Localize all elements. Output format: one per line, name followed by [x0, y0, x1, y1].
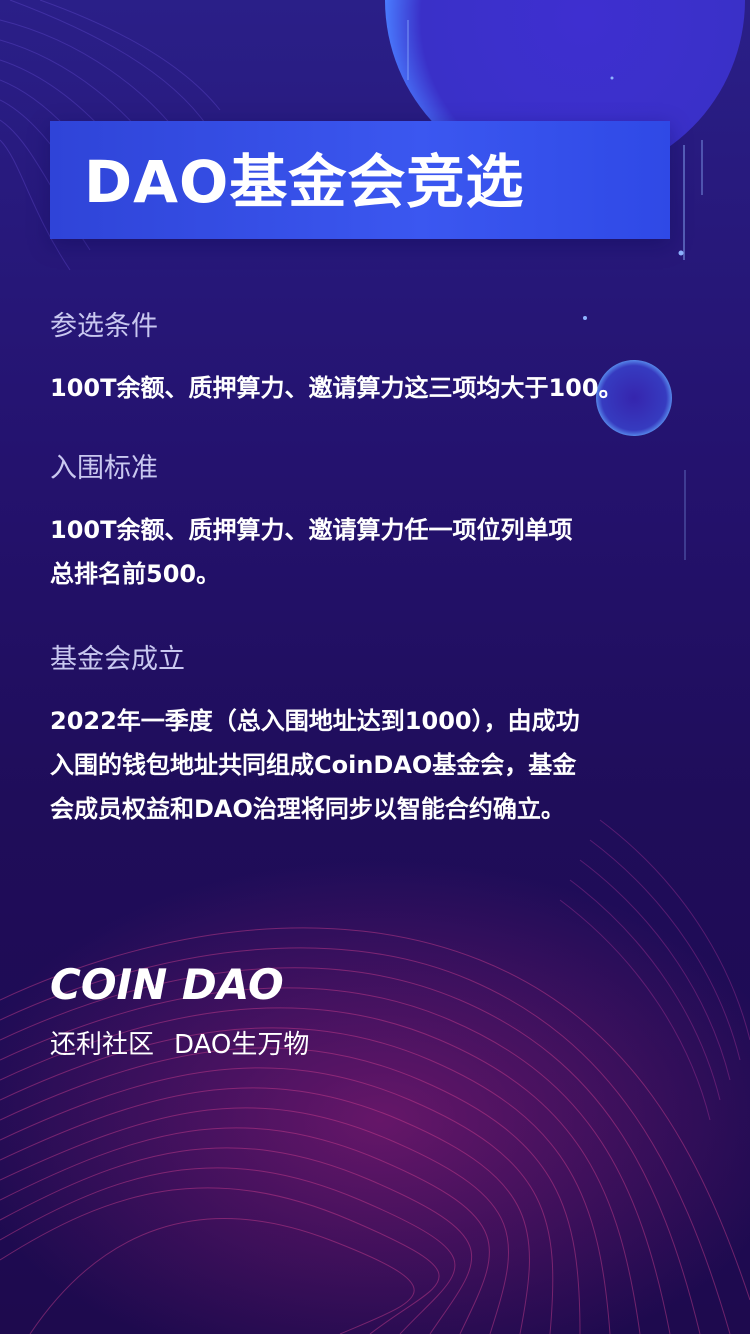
- section-label-shortlist: 入围标准: [50, 453, 158, 484]
- tagline-part-1: 还利社区: [50, 1030, 155, 1060]
- text-line: 100T余额、质押算力、邀请算力这三项均大于100。: [50, 374, 623, 402]
- section-text-establishment: 2022年一季度（总入围地址达到1000），由成功 入围的钱包地址共同组成Coi…: [50, 699, 700, 831]
- text-line: 总排名前500。: [50, 560, 221, 588]
- pink-glow: [0, 860, 750, 1334]
- section-text-eligibility: 100T余额、质押算力、邀请算力这三项均大于100。: [50, 366, 700, 410]
- section-label-establishment: 基金会成立: [50, 644, 185, 675]
- text-line: 100T余额、质押算力、邀请算力任一项位列单项: [50, 516, 573, 544]
- text-line: 会成员权益和DAO治理将同步以智能合约确立。: [50, 795, 565, 823]
- coindao-logo: COIN DAO: [50, 960, 284, 1009]
- tagline: 还利社区 DAO生万物: [50, 1027, 309, 1063]
- tagline-part-2: DAO生万物: [174, 1030, 310, 1060]
- page-title: DAO基金会竞选: [84, 148, 525, 216]
- section-text-shortlist: 100T余额、质押算力、邀请算力任一项位列单项 总排名前500。: [50, 508, 700, 596]
- text-line: 2022年一季度（总入围地址达到1000），由成功: [50, 707, 580, 735]
- section-label-eligibility: 参选条件: [50, 311, 158, 342]
- text-line: 入围的钱包地址共同组成CoinDAO基金会，基金: [50, 751, 577, 779]
